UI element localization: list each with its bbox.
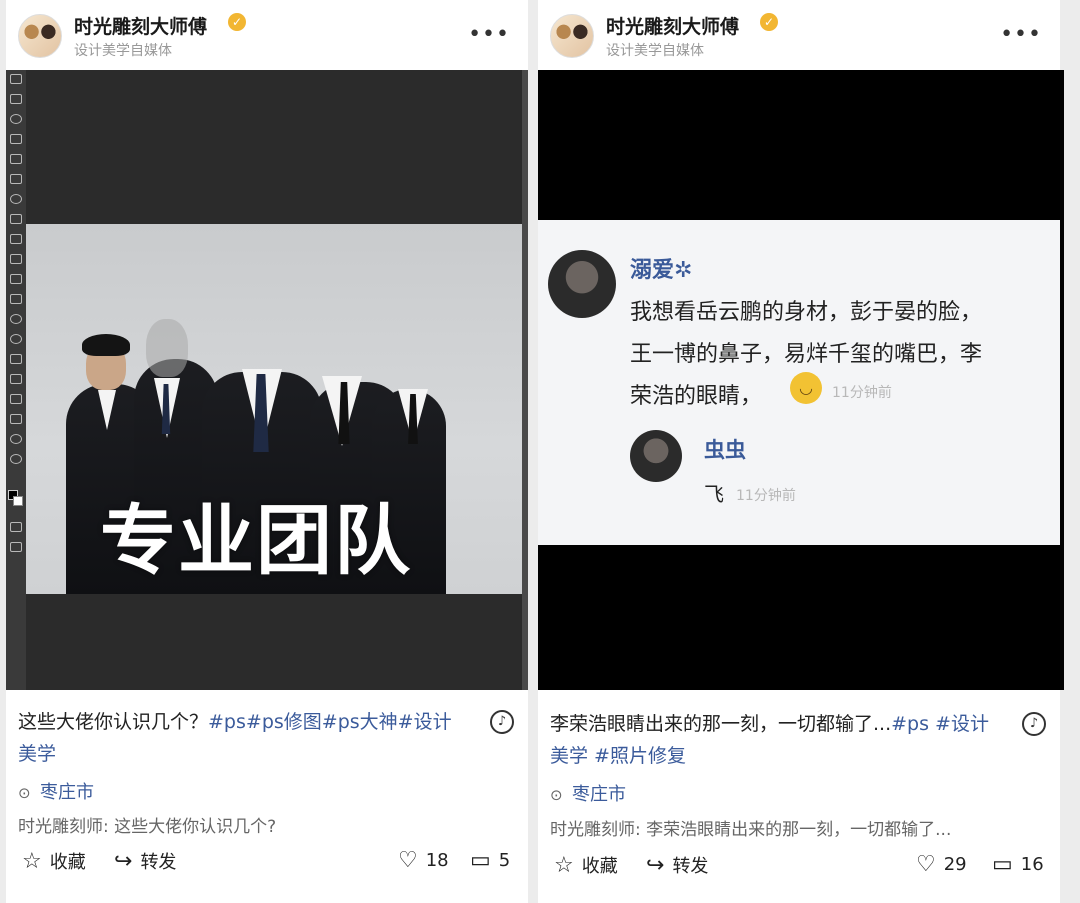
stamp-icon xyxy=(10,234,22,244)
move-icon xyxy=(10,74,22,84)
canvas-scrollbar xyxy=(522,70,528,690)
location[interactable]: ⊙ 枣庄市 xyxy=(18,778,94,804)
background-color-swatch xyxy=(13,496,23,506)
comment-line: 荣浩的眼睛， xyxy=(630,384,763,409)
location-label: 枣庄市 xyxy=(40,782,94,803)
gradient-icon xyxy=(10,294,22,304)
hand-icon xyxy=(10,434,22,444)
heart-icon: ♡ xyxy=(916,852,936,877)
post-summary[interactable]: 时光雕刻师: 李荣浩眼睛出来的那一刻，一切都输了... xyxy=(550,815,951,840)
figure-faded-head xyxy=(146,319,188,377)
healing-icon xyxy=(10,194,22,204)
reply-author: 虫虫 xyxy=(704,438,746,462)
path-select-icon xyxy=(10,394,22,404)
figure-hair xyxy=(82,334,130,356)
music-icon[interactable]: ♪ xyxy=(1022,712,1046,736)
crop-icon xyxy=(10,154,22,164)
action-bar: ☆ 收藏 ↪ 转发 ♡ 29 ▭ 16 xyxy=(550,852,1048,886)
comment-count: 5 xyxy=(498,850,511,871)
comment-button[interactable]: ▭ 16 xyxy=(992,852,1044,877)
heart-icon: ♡ xyxy=(398,848,418,873)
image-canvas: 专业团队 xyxy=(26,224,522,594)
smile-emoji-icon: ◡ xyxy=(790,372,822,404)
reply-time: 11分钟前 xyxy=(736,488,796,504)
share-icon: ↪ xyxy=(646,852,665,878)
comment-icon: ▭ xyxy=(470,848,491,873)
brush-icon xyxy=(10,214,22,224)
commenter-avatar xyxy=(548,250,616,318)
more-options-icon[interactable]: ••• xyxy=(468,22,510,47)
author-name[interactable]: 时光雕刻大师傅 xyxy=(74,12,207,39)
comment-icon: ▭ xyxy=(992,852,1013,877)
share-label: 转发 xyxy=(140,852,177,873)
magic-wand-icon xyxy=(10,134,22,144)
caption-text: 李荣浩眼睛出来的那一刻，一切都输了... xyxy=(550,713,892,735)
photoshop-toolbar xyxy=(6,70,26,690)
avatar[interactable] xyxy=(18,14,62,58)
post-caption[interactable]: 这些大佬你认识几个？#ps#ps修图#ps大神#设计美学 xyxy=(18,706,468,770)
music-icon[interactable]: ♪ xyxy=(490,710,514,734)
location-pin-icon: ⊙ xyxy=(550,786,563,804)
author-subtitle: 设计美学自媒体 xyxy=(606,43,704,59)
post-card-1[interactable]: 时光雕刻大师傅 ✓ 设计美学自媒体 ••• 专业团队 这些大佬你认识几个？#ps… xyxy=(6,0,528,903)
reply-avatar xyxy=(630,430,682,482)
quick-mask-icon xyxy=(10,522,22,532)
commenter-name: 溺爱✲ xyxy=(630,258,693,283)
favorite-label: 收藏 xyxy=(49,852,86,873)
history-icon xyxy=(10,254,22,264)
author-name[interactable]: 时光雕刻大师傅 xyxy=(606,12,739,39)
image-overlay-title: 专业团队 xyxy=(100,496,412,585)
like-count: 18 xyxy=(425,850,449,871)
comment-line: 王一博的鼻子，易烊千玺的嘴巴，李 xyxy=(630,342,983,367)
zoom-icon xyxy=(10,454,22,464)
shape-icon xyxy=(10,414,22,424)
favorite-label: 收藏 xyxy=(581,856,618,877)
lasso-icon xyxy=(10,114,22,124)
location-pin-icon: ⊙ xyxy=(18,784,31,802)
caption-text: 这些大佬你认识几个？ xyxy=(18,711,209,733)
text-icon xyxy=(10,374,22,384)
comment-screenshot: 溺爱✲ 我想看岳云鹏的身材，彭于晏的脸， 王一博的鼻子，易烊千玺的嘴巴，李 荣浩… xyxy=(538,220,1060,545)
like-button[interactable]: ♡ 18 xyxy=(398,848,449,873)
post-caption[interactable]: 李荣浩眼睛出来的那一刻，一切都输了...#ps #设计 美学 #照片修复 xyxy=(550,708,1000,772)
post-header: 时光雕刻大师傅 ✓ 设计美学自媒体 ••• xyxy=(550,10,1048,62)
comment-button[interactable]: ▭ 5 xyxy=(470,848,510,873)
blur-icon xyxy=(10,314,22,324)
share-icon: ↪ xyxy=(114,848,133,874)
avatar[interactable] xyxy=(550,14,594,58)
screen-mode-icon xyxy=(10,542,22,552)
share-label: 转发 xyxy=(672,856,709,877)
location[interactable]: ⊙ 枣庄市 xyxy=(550,780,626,806)
post-card-2[interactable]: 时光雕刻大师傅 ✓ 设计美学自媒体 ••• 溺爱✲ 我想看岳云鹏的身材，彭于晏的… xyxy=(538,0,1064,903)
share-button[interactable]: ↪ 转发 xyxy=(114,848,176,874)
comment-time: 11分钟前 xyxy=(832,385,892,401)
post-summary[interactable]: 时光雕刻师: 这些大佬你认识几个? xyxy=(18,812,276,837)
like-count: 29 xyxy=(943,854,967,875)
hashtags[interactable]: 美学 #照片修复 xyxy=(550,745,686,767)
verified-badge-icon: ✓ xyxy=(760,13,778,31)
post-image[interactable]: 专业团队 xyxy=(6,70,528,690)
action-bar: ☆ 收藏 ↪ 转发 ♡ 18 ▭ 5 xyxy=(18,848,516,882)
dodge-icon xyxy=(10,334,22,344)
favorite-button[interactable]: ☆ 收藏 xyxy=(554,852,618,878)
star-icon: ☆ xyxy=(22,848,42,874)
comment-count: 16 xyxy=(1020,854,1044,875)
eraser-icon xyxy=(10,274,22,284)
eyedropper-icon xyxy=(10,174,22,184)
post-header: 时光雕刻大师傅 ✓ 设计美学自媒体 ••• xyxy=(18,10,516,62)
post-image[interactable]: 溺爱✲ 我想看岳云鹏的身材，彭于晏的脸， 王一博的鼻子，易烊千玺的嘴巴，李 荣浩… xyxy=(538,70,1064,690)
hashtags[interactable]: #ps #设计 xyxy=(891,713,989,735)
verified-badge-icon: ✓ xyxy=(228,13,246,31)
comment-line: 我想看岳云鹏的身材，彭于晏的脸， xyxy=(630,300,983,325)
author-subtitle: 设计美学自媒体 xyxy=(74,43,172,59)
location-label: 枣庄市 xyxy=(572,784,626,805)
favorite-button[interactable]: ☆ 收藏 xyxy=(22,848,86,874)
marquee-icon xyxy=(10,94,22,104)
pen-icon xyxy=(10,354,22,364)
share-button[interactable]: ↪ 转发 xyxy=(646,852,708,878)
star-icon: ☆ xyxy=(554,852,574,878)
like-button[interactable]: ♡ 29 xyxy=(916,852,967,877)
reply-text: 飞 xyxy=(704,482,724,506)
more-options-icon[interactable]: ••• xyxy=(1000,22,1042,47)
